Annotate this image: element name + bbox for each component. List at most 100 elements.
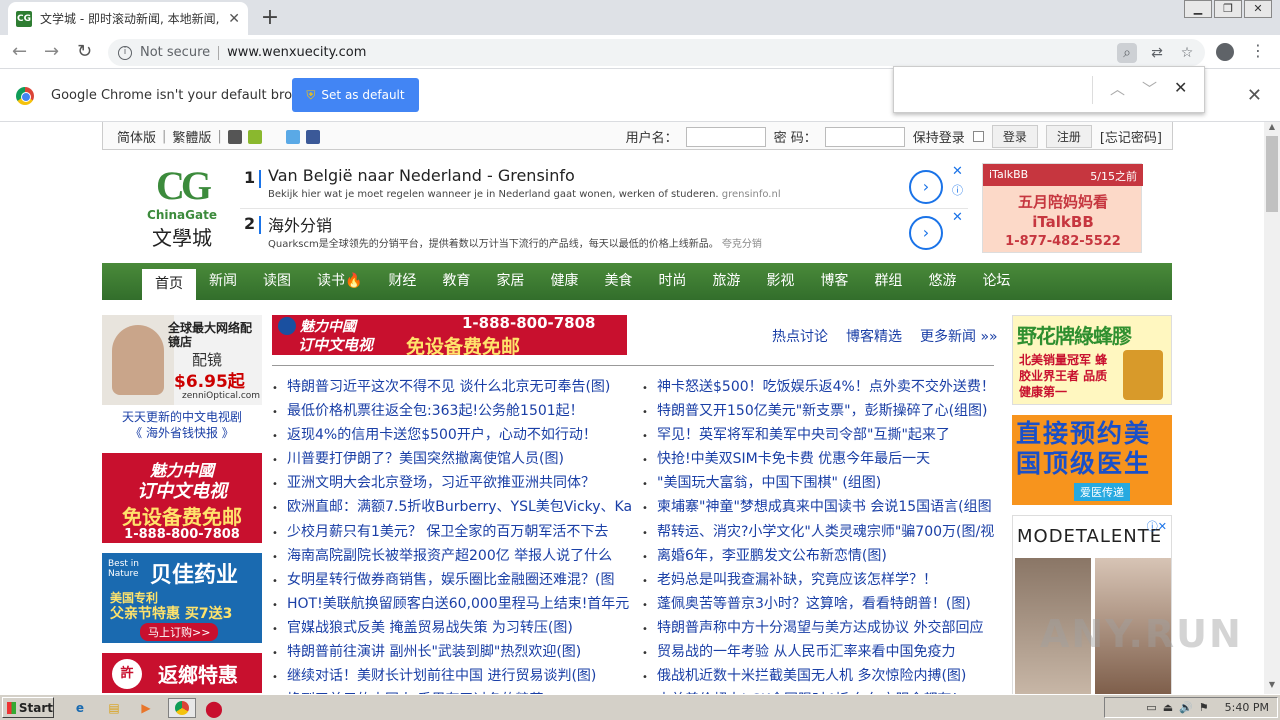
close-window-icon[interactable]: ✕ [1244,0,1272,18]
fashion-ad[interactable]: MODETALENTE ⓘ✕ [1012,515,1172,694]
nav-item[interactable]: 时尚 [645,263,699,300]
news-headline-link[interactable]: 川普要打伊朗了？美国突然撤离使馆人员(图) [272,448,634,472]
news-headline-link[interactable]: 女明星转行做券商销售，娱乐圈比金融圈还难混？(图 [272,569,634,593]
blog-picks-link[interactable]: 博客精选 [846,326,902,346]
url-text[interactable]: www.wenxuecity.com [227,45,366,60]
back-icon[interactable]: ← [12,41,27,62]
menu-icon[interactable]: ⋮ [1250,41,1266,60]
news-headline-link[interactable]: 特朗普声称中方十分渴望与美方达成协议 外交部回应 [642,617,1004,641]
more-news-link[interactable]: 更多新闻 »» [920,326,998,346]
nav-item[interactable]: 健康 [537,263,591,300]
maximize-icon[interactable]: ❐ [1214,0,1242,18]
username-input[interactable] [685,126,766,147]
deals-link[interactable]: 《 海外省钱快报 》 [102,425,262,441]
news-headline-link[interactable]: 少校月薪只有1美元？ 保卫全家的百万朝军活不下去 [272,521,634,545]
account-icon[interactable] [1216,43,1234,61]
media-player-icon[interactable]: ▶ [136,698,156,718]
news-headline-link[interactable]: 欧洲直邮：满额7.5折收Burberry、YSL美包Vicky、Ka [272,496,634,520]
bookmark-star-icon[interactable]: ☆ [1177,43,1197,63]
nav-item[interactable]: 教育 [429,263,483,300]
volume-icon[interactable]: 🔊 [1179,701,1193,714]
flag-icon[interactable]: ⚑ [1199,701,1209,714]
find-icon[interactable]: ⌕ [1117,43,1137,63]
ad-arrow-icon[interactable]: › [909,216,943,250]
tv-banner-ad[interactable]: 魅力中國 订中文电视 免设备费免邮 1-888-800-7808 [272,315,627,355]
honey-ad[interactable]: 野花牌綠蜂膠 北美销量冠军 蜂胶业界王者 品质健康第一 [1012,315,1172,405]
ie-icon[interactable]: e [70,698,90,718]
nav-item[interactable]: 家居 [483,263,537,300]
homecoming-ad[interactable]: 許 返鄉特惠 [102,653,262,693]
nav-item[interactable]: 财经 [375,263,429,300]
news-headline-link[interactable]: 帮转运、消灾?小学文化"人类灵魂宗师"骗700万(图/视 [642,521,1004,545]
network-icon[interactable]: ▭ [1146,701,1156,714]
nav-item[interactable]: 影视 [753,263,807,300]
tab-close-icon[interactable]: ✕ [228,11,240,27]
news-headline-link[interactable]: 神卡怒送$500！吃饭娱乐返4%！点外卖不交外送费！ [642,376,1004,400]
ad-info-icon[interactable]: ⓘ✕ [1147,518,1167,534]
nav-item[interactable]: 悠游 [915,263,969,300]
zenni-ad[interactable]: 全球最大网络配镜店 配镜 $6.95起 zenniOptical.com [102,315,262,405]
news-headline-link[interactable]: 柬埔寨"神童"梦想成真来中国读书 会说15国语言(组图 [642,496,1004,520]
news-headline-link[interactable]: 贸易战的一年考验 从人民币汇率来看中国免疫力 [642,641,1004,665]
forward-icon[interactable]: → [44,41,59,62]
page-scrollbar[interactable]: ▲ ▼ [1264,122,1280,694]
text-ad-2[interactable]: 2 海外分销 Quarkscm是全球领先的分销平台，提供着数以万计当下流行的产品… [240,210,968,254]
ad-close-icon[interactable]: ✕ [952,210,963,225]
find-close-icon[interactable]: ✕ [1174,78,1187,97]
scroll-thumb[interactable] [1266,136,1278,212]
scroll-down-icon[interactable]: ▼ [1264,680,1280,694]
nav-item[interactable]: 读书🔥 [304,263,375,300]
news-headline-link[interactable]: 离婚6年，李亚鹏发文公布新恋情(图) [642,545,1004,569]
text-ad-1[interactable]: 1 Van België naar Nederland - Grensinfo … [240,164,968,208]
nav-item[interactable]: 博客 [807,263,861,300]
folder-icon[interactable]: ▤ [104,698,124,718]
italkbb-ad[interactable]: iTalkBB 5/15之前 五月陪妈妈看 iTalkBB 1-877-482-55… [982,163,1143,253]
info-icon[interactable]: i [118,45,132,60]
chrome-taskbar-icon[interactable] [168,698,196,718]
set-default-button[interactable]: ⛨ Set as default [292,78,419,112]
lang-simplified-link[interactable]: 简体版 [117,127,156,146]
tv-ad[interactable]: 魅力中國 订中文电视 免设备费免邮 1-888-800-7808 [102,453,262,543]
android-app-icon[interactable] [247,129,262,144]
hot-discussion-link[interactable]: 热点讨论 [772,326,828,346]
ad-info-icon[interactable]: ⓘ [952,182,963,198]
news-headline-link[interactable]: 罕见！英军将军和美军中央司令部"互撕"起来了 [642,424,1004,448]
find-next-icon[interactable]: ﹀ [1142,78,1157,99]
remember-checkbox[interactable] [972,131,984,142]
news-headline-link[interactable]: 官媒战狼式反美 掩盖贸易战失策 为习转压(图) [272,617,634,641]
lang-traditional-link[interactable]: 繁體版 [172,127,211,146]
security-tool-icon[interactable]: ⬤ [204,698,224,718]
nav-item[interactable]: 美食 [591,263,645,300]
ad-title[interactable]: 海外分销 [268,212,332,236]
ad-title[interactable]: Van België naar Nederland - Grensinfo [268,166,575,185]
nav-item[interactable]: 旅游 [699,263,753,300]
new-tab-icon[interactable]: + [258,5,282,30]
news-headline-link[interactable]: 特朗普前往演讲 副州长"武装到脚"热烈欢迎(图) [272,641,634,665]
find-input[interactable] [902,75,1088,105]
news-headline-link[interactable]: 最低价格机票往返全包:363起!公务舱1501起！ [272,400,634,424]
news-headline-link[interactable]: HOT!美联航换留顾客白送60,000里程马上结束!首年元 [272,593,634,617]
ad-arrow-icon[interactable]: › [909,170,943,204]
site-logo[interactable]: CG ChinaGate 文學城 [143,164,221,252]
twitter-icon[interactable] [285,129,300,144]
news-headline-link[interactable]: 亚洲文明大会北京登场，习近平欲推亚洲共同体？ [272,472,634,496]
news-headline-link[interactable]: 蓬佩奥苦等普京3小时？这算啥，看看特朗普！(图) [642,593,1004,617]
news-headline-link[interactable]: 快抢!中美双SIM卡免卡费 优惠今年最后一天 [642,448,1004,472]
password-input[interactable] [824,126,905,147]
facebook-icon[interactable] [305,129,320,144]
apple-app-icon[interactable] [227,129,242,144]
nav-item[interactable]: 首页 [142,269,196,300]
news-headline-link[interactable]: 俄战机近数十米拦截美国无人机 多次惊险内搏(图) [642,665,1004,689]
bestinnature-ad[interactable]: Best in Nature 贝佳药业 美国专利 父亲节特惠 买7送3 马上订购… [102,553,262,643]
forgot-password-link[interactable]: [忘记密码] [1100,127,1162,146]
find-prev-icon[interactable]: ︿ [1110,78,1125,99]
nav-item[interactable]: 读图 [250,263,304,300]
start-button[interactable]: Start [2,697,54,718]
usb-icon[interactable]: ⏏ [1163,701,1173,714]
address-bar[interactable]: i Not secure www.wenxuecity.com ⌕ ⇄ ☆ [108,39,1205,66]
register-button[interactable]: 注册 [1045,125,1092,148]
nav-item[interactable]: 论坛 [969,263,1023,300]
news-headline-link[interactable]: 继续对话！美财长计划前往中国 进行贸易谈判(图) [272,665,634,689]
scroll-up-icon[interactable]: ▲ [1264,122,1280,136]
doctor-ad[interactable]: 直接预约美国顶级医生 爱医传递 [1012,415,1172,505]
